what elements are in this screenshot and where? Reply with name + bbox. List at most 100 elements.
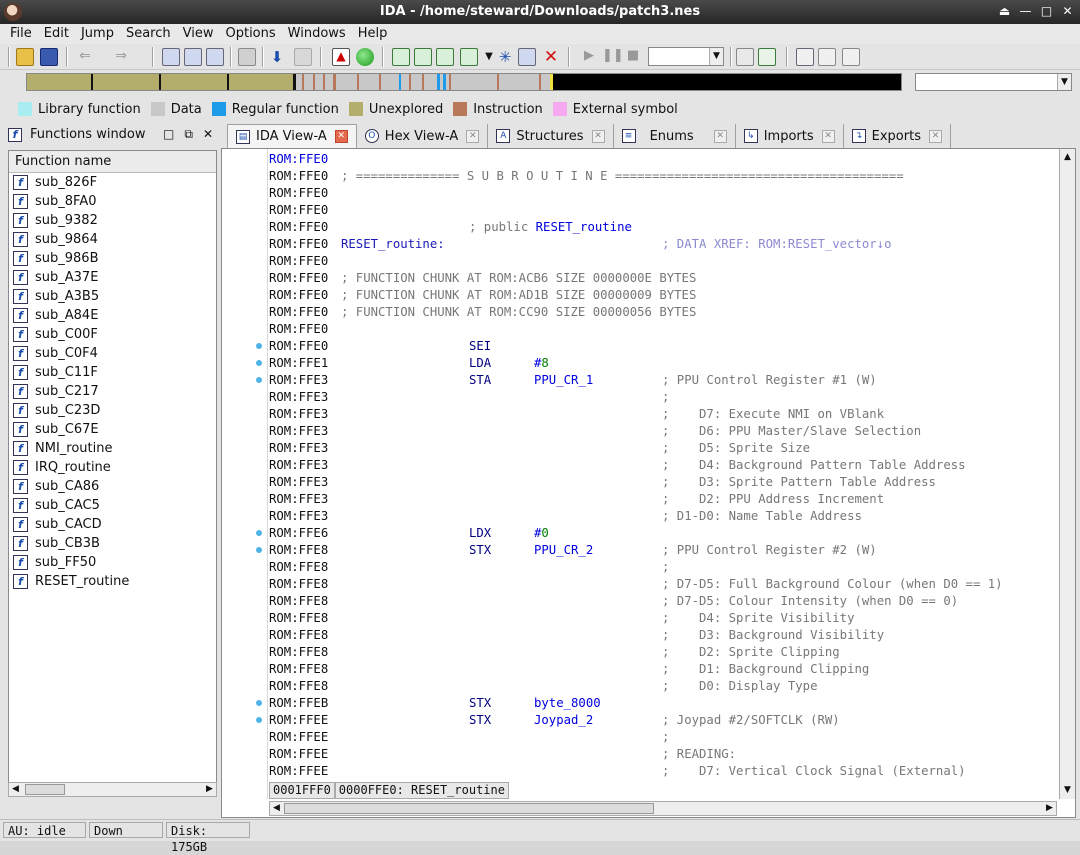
function-list-item[interactable]: f sub_9382 bbox=[9, 211, 216, 230]
disasm-line[interactable]: ROM:FFE8; bbox=[269, 559, 1059, 576]
instruction-operand[interactable]: PPU_CR_1 bbox=[534, 372, 593, 389]
disasm-line[interactable]: ROM:FFE0 bbox=[269, 202, 1059, 219]
function-list-item[interactable]: f sub_C00F bbox=[9, 325, 216, 344]
warning-icon[interactable]: ▲ bbox=[332, 48, 350, 66]
instruction-operand[interactable]: byte_8000 bbox=[534, 695, 601, 712]
instruction-operand[interactable]: #0 bbox=[534, 525, 549, 542]
maximize-icon[interactable]: □ bbox=[1038, 3, 1055, 20]
disassembly-vertical-scrollbar[interactable]: ▲ ▼ bbox=[1059, 149, 1075, 799]
forward-icon[interactable]: ⇒ bbox=[112, 48, 130, 66]
disasm-line[interactable]: ROM:FFE0 bbox=[269, 321, 1059, 338]
function-list-item[interactable]: f sub_C67E bbox=[9, 420, 216, 439]
disasm-line[interactable]: ROM:FFE0 ; FUNCTION CHUNK AT ROM:ACB6 SIZ… bbox=[269, 270, 1059, 287]
disasm-line[interactable]: ROM:FFE0 bbox=[269, 185, 1059, 202]
scroll-right-icon[interactable]: ▶ bbox=[203, 783, 216, 796]
tab-close-icon[interactable]: ✕ bbox=[334, 130, 348, 143]
function-list-item[interactable]: f sub_CB3B bbox=[9, 534, 216, 553]
decompile-icon[interactable] bbox=[758, 48, 776, 66]
pause-icon[interactable]: ❚❚ bbox=[602, 48, 624, 66]
disasm-line[interactable]: ROM:FFE0 ; FUNCTION CHUNK AT ROM:CC90 SIZ… bbox=[269, 304, 1059, 321]
function-list-item[interactable]: f sub_C23D bbox=[9, 401, 216, 420]
function-list-item[interactable]: f sub_CACD bbox=[9, 515, 216, 534]
edit-function-icon[interactable] bbox=[518, 48, 536, 66]
function-list-item[interactable]: f sub_986B bbox=[9, 249, 216, 268]
tab-close-icon[interactable]: ✕ bbox=[928, 129, 942, 143]
list-view-icon[interactable] bbox=[796, 48, 814, 66]
code-label[interactable]: RESET_routine: bbox=[341, 236, 445, 253]
tab-exports[interactable]: ↴ Exports ✕ bbox=[843, 124, 951, 148]
functions-horizontal-scrollbar[interactable]: ◀ ▶ bbox=[8, 782, 217, 797]
play-icon[interactable]: ▶ bbox=[580, 48, 598, 66]
disasm-line[interactable]: ROM:FFE0 RESET_routine: ; DATA XREF: ROM:R… bbox=[269, 236, 1059, 253]
disasm-line[interactable]: ROM:FFEB STX byte_8000 bbox=[269, 695, 1059, 712]
minimize-icon[interactable]: — bbox=[1017, 3, 1034, 20]
disasm-line[interactable]: ROM:FFE0 ; FUNCTION CHUNK AT ROM:AD1B SIZ… bbox=[269, 287, 1059, 304]
function-list-item[interactable]: f sub_9864 bbox=[9, 230, 216, 249]
menu-windows[interactable]: Windows bbox=[282, 24, 352, 44]
segment-select[interactable]: ▼ bbox=[915, 73, 1072, 91]
disasm-line[interactable]: ROM:FFE3 ; D4: Background Pattern Table A… bbox=[269, 457, 1059, 474]
disasm-line[interactable]: ROM:FFE0 SEI bbox=[269, 338, 1059, 355]
menu-file[interactable]: File bbox=[4, 24, 38, 44]
disasm-line[interactable]: ROM:FFE8 STX PPU_CR_2 ; PPU Control Registe… bbox=[269, 542, 1059, 559]
function-list-item[interactable]: f sub_A3B5 bbox=[9, 287, 216, 306]
disasm-line[interactable]: ROM:FFEE ; READING: bbox=[269, 746, 1059, 763]
save-icon[interactable] bbox=[40, 48, 58, 66]
tab-close-icon[interactable]: ✕ bbox=[713, 129, 727, 143]
disasm-line[interactable]: ROM:FFE8 ; D3: Background Visibility bbox=[269, 627, 1059, 644]
disasm-line[interactable]: ROM:FFE3 ; D3: Sprite Pattern Table Addre… bbox=[269, 474, 1059, 491]
jump-down-icon[interactable]: ⬇ bbox=[268, 48, 286, 66]
tab-close-icon[interactable]: ✕ bbox=[466, 129, 480, 143]
disassembly-view[interactable]: ROM:FFE0 ROM:FFE0 ; ============== S U B R… bbox=[221, 148, 1076, 818]
function-list-item[interactable]: f sub_C0F4 bbox=[9, 344, 216, 363]
menu-search[interactable]: Search bbox=[120, 24, 177, 44]
back-icon[interactable]: ⇐ bbox=[76, 48, 94, 66]
close-icon[interactable]: ✕ bbox=[1059, 3, 1076, 20]
disasm-line[interactable]: ROM:FFE3 ; D5: Sprite Size bbox=[269, 440, 1059, 457]
function-list-item[interactable]: f sub_A84E bbox=[9, 306, 216, 325]
stop-icon[interactable]: ■ bbox=[624, 48, 642, 66]
function-list-item[interactable]: f NMI_routine bbox=[9, 439, 216, 458]
function-list-item[interactable]: f sub_8FA0 bbox=[9, 192, 216, 211]
menu-edit[interactable]: Edit bbox=[38, 24, 75, 44]
disasm-line[interactable]: ROM:FFE1 LDA #8 bbox=[269, 355, 1059, 372]
disasm-line[interactable]: ROM:FFE8 ; D7-D5: Full Background Colour … bbox=[269, 576, 1059, 593]
search-immediate-icon[interactable] bbox=[206, 48, 224, 66]
scroll-up-icon[interactable]: ▲ bbox=[1061, 151, 1074, 164]
panel-minimize-icon[interactable]: □ bbox=[163, 127, 174, 142]
scrollbar-thumb[interactable] bbox=[284, 803, 654, 814]
disasm-line[interactable]: ROM:FFEE STX Joypad_2 ; Joypad #2/SOFTCLK (… bbox=[269, 712, 1059, 729]
function-list-item[interactable]: f sub_A37E bbox=[9, 268, 216, 287]
create-struct-icon[interactable] bbox=[460, 48, 478, 66]
disasm-line[interactable]: ROM:FFE3 ; D6: PPU Master/Slave Selection bbox=[269, 423, 1059, 440]
xref-comment[interactable]: ; DATA XREF: ROM:RESET_vector↓o bbox=[662, 236, 892, 253]
search-text-icon[interactable] bbox=[162, 48, 180, 66]
panel-float-icon[interactable]: ⧉ bbox=[184, 127, 193, 142]
function-list-item[interactable]: f sub_CA86 bbox=[9, 477, 216, 496]
disasm-line[interactable]: ROM:FFE0 ; public RESET_routine bbox=[269, 219, 1059, 236]
scroll-right-icon[interactable]: ▶ bbox=[1043, 802, 1056, 815]
add-node-icon[interactable] bbox=[818, 48, 836, 66]
disasm-line[interactable]: ROM:FFE0 bbox=[269, 151, 1059, 168]
disassembly-listing[interactable]: ROM:FFE0 ROM:FFE0 ; ============== S U B R… bbox=[269, 151, 1059, 780]
shade-icon[interactable]: ⏏ bbox=[996, 3, 1013, 20]
function-list-item[interactable]: f sub_C217 bbox=[9, 382, 216, 401]
make-array-icon[interactable]: ✳ bbox=[496, 48, 514, 66]
open-icon[interactable] bbox=[16, 48, 34, 66]
function-list-item[interactable]: f sub_FF50 bbox=[9, 553, 216, 572]
create-code-icon[interactable] bbox=[392, 48, 410, 66]
scroll-left-icon[interactable]: ◀ bbox=[9, 783, 22, 796]
tab-structures[interactable]: A Structures ✕ bbox=[488, 124, 614, 148]
disasm-line[interactable]: ROM:FFE8 ; D1: Background Clipping bbox=[269, 661, 1059, 678]
disasm-line[interactable]: ROM:FFEE ; D7: Vertical Clock Signal (Ext… bbox=[269, 763, 1059, 780]
disasm-line[interactable]: ROM:FFE0 ; ============== S U B R O U T I… bbox=[269, 168, 1059, 185]
debugger-select[interactable]: ▼ bbox=[648, 47, 724, 66]
disasm-line[interactable]: ROM:FFE8 ; D0: Display Type bbox=[269, 678, 1059, 695]
disasm-line[interactable]: ROM:FFE3 ; D1-D0: Name Table Address bbox=[269, 508, 1059, 525]
instruction-operand[interactable]: PPU_CR_2 bbox=[534, 542, 593, 559]
disasm-line[interactable]: ROM:FFE6 LDX #0 bbox=[269, 525, 1059, 542]
tab-ida-view-a[interactable]: ▤ IDA View-A ✕ bbox=[227, 124, 357, 148]
disasm-line[interactable]: ROM:FFE0 bbox=[269, 253, 1059, 270]
disassembly-horizontal-scrollbar[interactable]: ◀ ▶ bbox=[269, 801, 1057, 816]
tab-imports[interactable]: ↳ Imports ✕ bbox=[735, 124, 844, 148]
